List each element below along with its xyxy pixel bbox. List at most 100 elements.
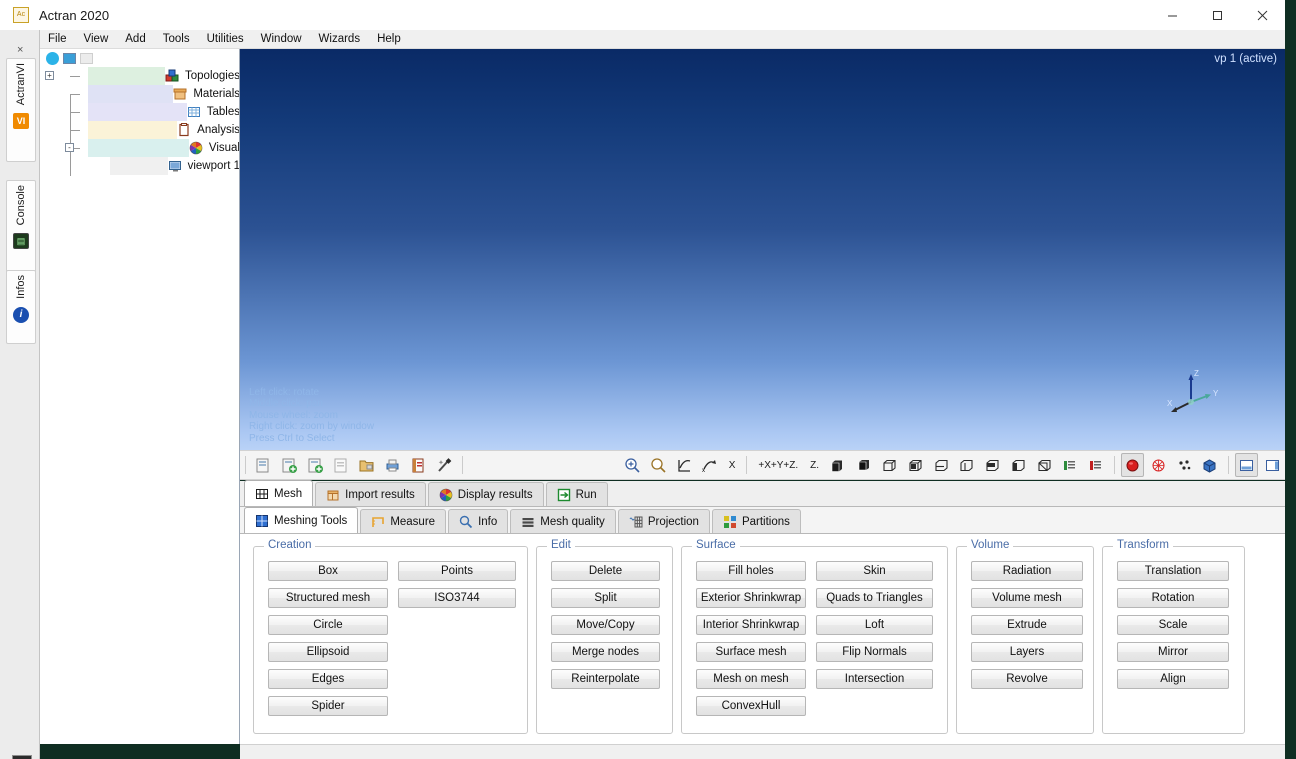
menu-help[interactable]: Help <box>369 31 409 47</box>
tab-mesh[interactable]: Mesh <box>244 480 314 506</box>
button-structured-mesh[interactable]: Structured mesh <box>268 588 388 608</box>
view-cube-3-icon[interactable] <box>878 453 902 477</box>
button-loft[interactable]: Loft <box>816 615 933 635</box>
tab-import-results[interactable]: Import results <box>315 482 426 506</box>
button-layers[interactable]: Layers <box>971 642 1083 662</box>
button-rotation[interactable]: Rotation <box>1117 588 1229 608</box>
button-convexhull[interactable]: ConvexHull <box>696 696 806 716</box>
save-scene-icon[interactable] <box>304 453 328 477</box>
view-cube-5-icon[interactable] <box>929 453 953 477</box>
button-move-copy[interactable]: Move/Copy <box>551 615 660 635</box>
open-scene-icon[interactable] <box>278 453 302 477</box>
reset-view-icon[interactable]: x <box>698 453 722 477</box>
tab-projection[interactable]: Projection <box>617 509 710 533</box>
maximize-button[interactable] <box>1195 0 1240 30</box>
button-edges[interactable]: Edges <box>268 669 388 689</box>
button-extrude[interactable]: Extrude <box>971 615 1083 635</box>
magic-wand-icon[interactable] <box>432 453 456 477</box>
copy-scene-icon[interactable] <box>329 453 353 477</box>
fit-view-icon[interactable] <box>672 453 696 477</box>
dock-tab-actranvi[interactable]: ActranVI VI <box>6 58 36 162</box>
button-scale[interactable]: Scale <box>1117 615 1229 635</box>
dock-tab-infos[interactable]: Infos i <box>6 270 36 344</box>
image-thumbnail-icon[interactable]: ▤ <box>12 755 32 759</box>
tab-partitions[interactable]: Partitions <box>711 509 801 533</box>
button-quads-to-triangles[interactable]: Quads to Triangles <box>816 588 933 608</box>
tree-node-viewport-1[interactable]: + viewport 1 <box>40 157 239 175</box>
view-cube-8-icon[interactable] <box>1007 453 1031 477</box>
view-cube-6-icon[interactable] <box>955 453 979 477</box>
box-render-icon[interactable] <box>1198 453 1222 477</box>
menu-window[interactable]: Window <box>253 31 310 47</box>
button-delete[interactable]: Delete <box>551 561 660 581</box>
button-align[interactable]: Align <box>1117 669 1229 689</box>
tab-mesh-quality[interactable]: Mesh quality <box>510 509 616 533</box>
button-volume-mesh[interactable]: Volume mesh <box>971 588 1083 608</box>
tree-node-topologies[interactable]: + Topologies <box>40 67 239 85</box>
view-cube-2-icon[interactable] <box>852 453 876 477</box>
expander-topologies[interactable]: + <box>45 71 54 80</box>
z-view-button[interactable]: Z. <box>805 453 824 477</box>
close-button[interactable] <box>1240 0 1285 30</box>
tab-run[interactable]: Run <box>545 482 608 506</box>
view-cube-4-icon[interactable] <box>903 453 927 477</box>
button-box[interactable]: Box <box>268 561 388 581</box>
button-skin[interactable]: Skin <box>816 561 933 581</box>
zoom-in-icon[interactable] <box>621 453 645 477</box>
3d-viewport[interactable]: vp 1 (active) Left click: rotate Middle … <box>240 49 1285 450</box>
button-mirror[interactable]: Mirror <box>1117 642 1229 662</box>
button-translation[interactable]: Translation <box>1117 561 1229 581</box>
tree-node-tables[interactable]: Tables <box>40 103 239 121</box>
menu-add[interactable]: Add <box>117 31 153 47</box>
button-interior-shrinkwrap[interactable]: Interior Shrinkwrap <box>696 615 806 635</box>
menu-wizards[interactable]: Wizards <box>311 31 369 47</box>
view-cube-7-icon[interactable] <box>981 453 1005 477</box>
layout-horizontal-icon[interactable] <box>1234 453 1259 477</box>
new-scene-icon[interactable] <box>252 453 276 477</box>
view-cube-1-icon[interactable] <box>826 453 850 477</box>
tab-measure[interactable]: Measure <box>360 509 447 533</box>
button-iso3744[interactable]: ISO3744 <box>398 588 516 608</box>
x-axis-view-button[interactable]: X <box>724 453 741 477</box>
button-circle[interactable]: Circle <box>268 615 388 635</box>
mesh-render-icon[interactable] <box>1146 453 1170 477</box>
tree-node-materials[interactable]: Materials <box>40 85 239 103</box>
legend-2-icon[interactable] <box>1084 453 1108 477</box>
button-reinterpolate[interactable]: Reinterpolate <box>551 669 660 689</box>
report-icon[interactable] <box>407 453 431 477</box>
button-split[interactable]: Split <box>551 588 660 608</box>
button-surface-mesh[interactable]: Surface mesh <box>696 642 806 662</box>
view-cube-9-icon[interactable] <box>1032 453 1056 477</box>
print-icon[interactable] <box>381 453 405 477</box>
dock-tab-console[interactable]: Console ▤ <box>6 180 36 276</box>
tab-info[interactable]: Info <box>448 509 509 533</box>
iso-view-button[interactable]: +X+Y+Z. <box>753 453 803 477</box>
button-radiation[interactable]: Radiation <box>971 561 1083 581</box>
dock-close-icon[interactable]: × <box>17 44 23 56</box>
menu-view[interactable]: View <box>76 31 117 47</box>
tree-globe-icon[interactable] <box>46 51 59 65</box>
button-ellipsoid[interactable]: Ellipsoid <box>268 642 388 662</box>
minimize-button[interactable] <box>1150 0 1195 30</box>
tab-display-results[interactable]: Display results <box>427 482 544 506</box>
button-points[interactable]: Points <box>398 561 516 581</box>
zoom-out-icon[interactable] <box>646 453 670 477</box>
tree-node-analysis[interactable]: Analysis <box>40 121 239 139</box>
tree-panel-empty-icon[interactable] <box>80 52 93 64</box>
points-render-icon[interactable] <box>1172 453 1196 477</box>
expander-visual[interactable]: - <box>65 143 74 152</box>
tree-node-visual[interactable]: - Visual <box>40 139 239 157</box>
menu-tools[interactable]: Tools <box>155 31 198 47</box>
button-spider[interactable]: Spider <box>268 696 388 716</box>
button-exterior-shrinkwrap[interactable]: Exterior Shrinkwrap <box>696 588 806 608</box>
button-merge-nodes[interactable]: Merge nodes <box>551 642 660 662</box>
tab-meshing-tools[interactable]: Meshing Tools <box>244 507 359 533</box>
solid-render-icon[interactable] <box>1120 453 1145 477</box>
button-intersection[interactable]: Intersection <box>816 669 933 689</box>
tree-panel-icon[interactable] <box>63 52 76 64</box>
button-fill-holes[interactable]: Fill holes <box>696 561 806 581</box>
folder-scene-icon[interactable] <box>355 453 379 477</box>
button-flip-normals[interactable]: Flip Normals <box>816 642 933 662</box>
button-mesh-on-mesh[interactable]: Mesh on mesh <box>696 669 806 689</box>
legend-1-icon[interactable] <box>1058 453 1082 477</box>
